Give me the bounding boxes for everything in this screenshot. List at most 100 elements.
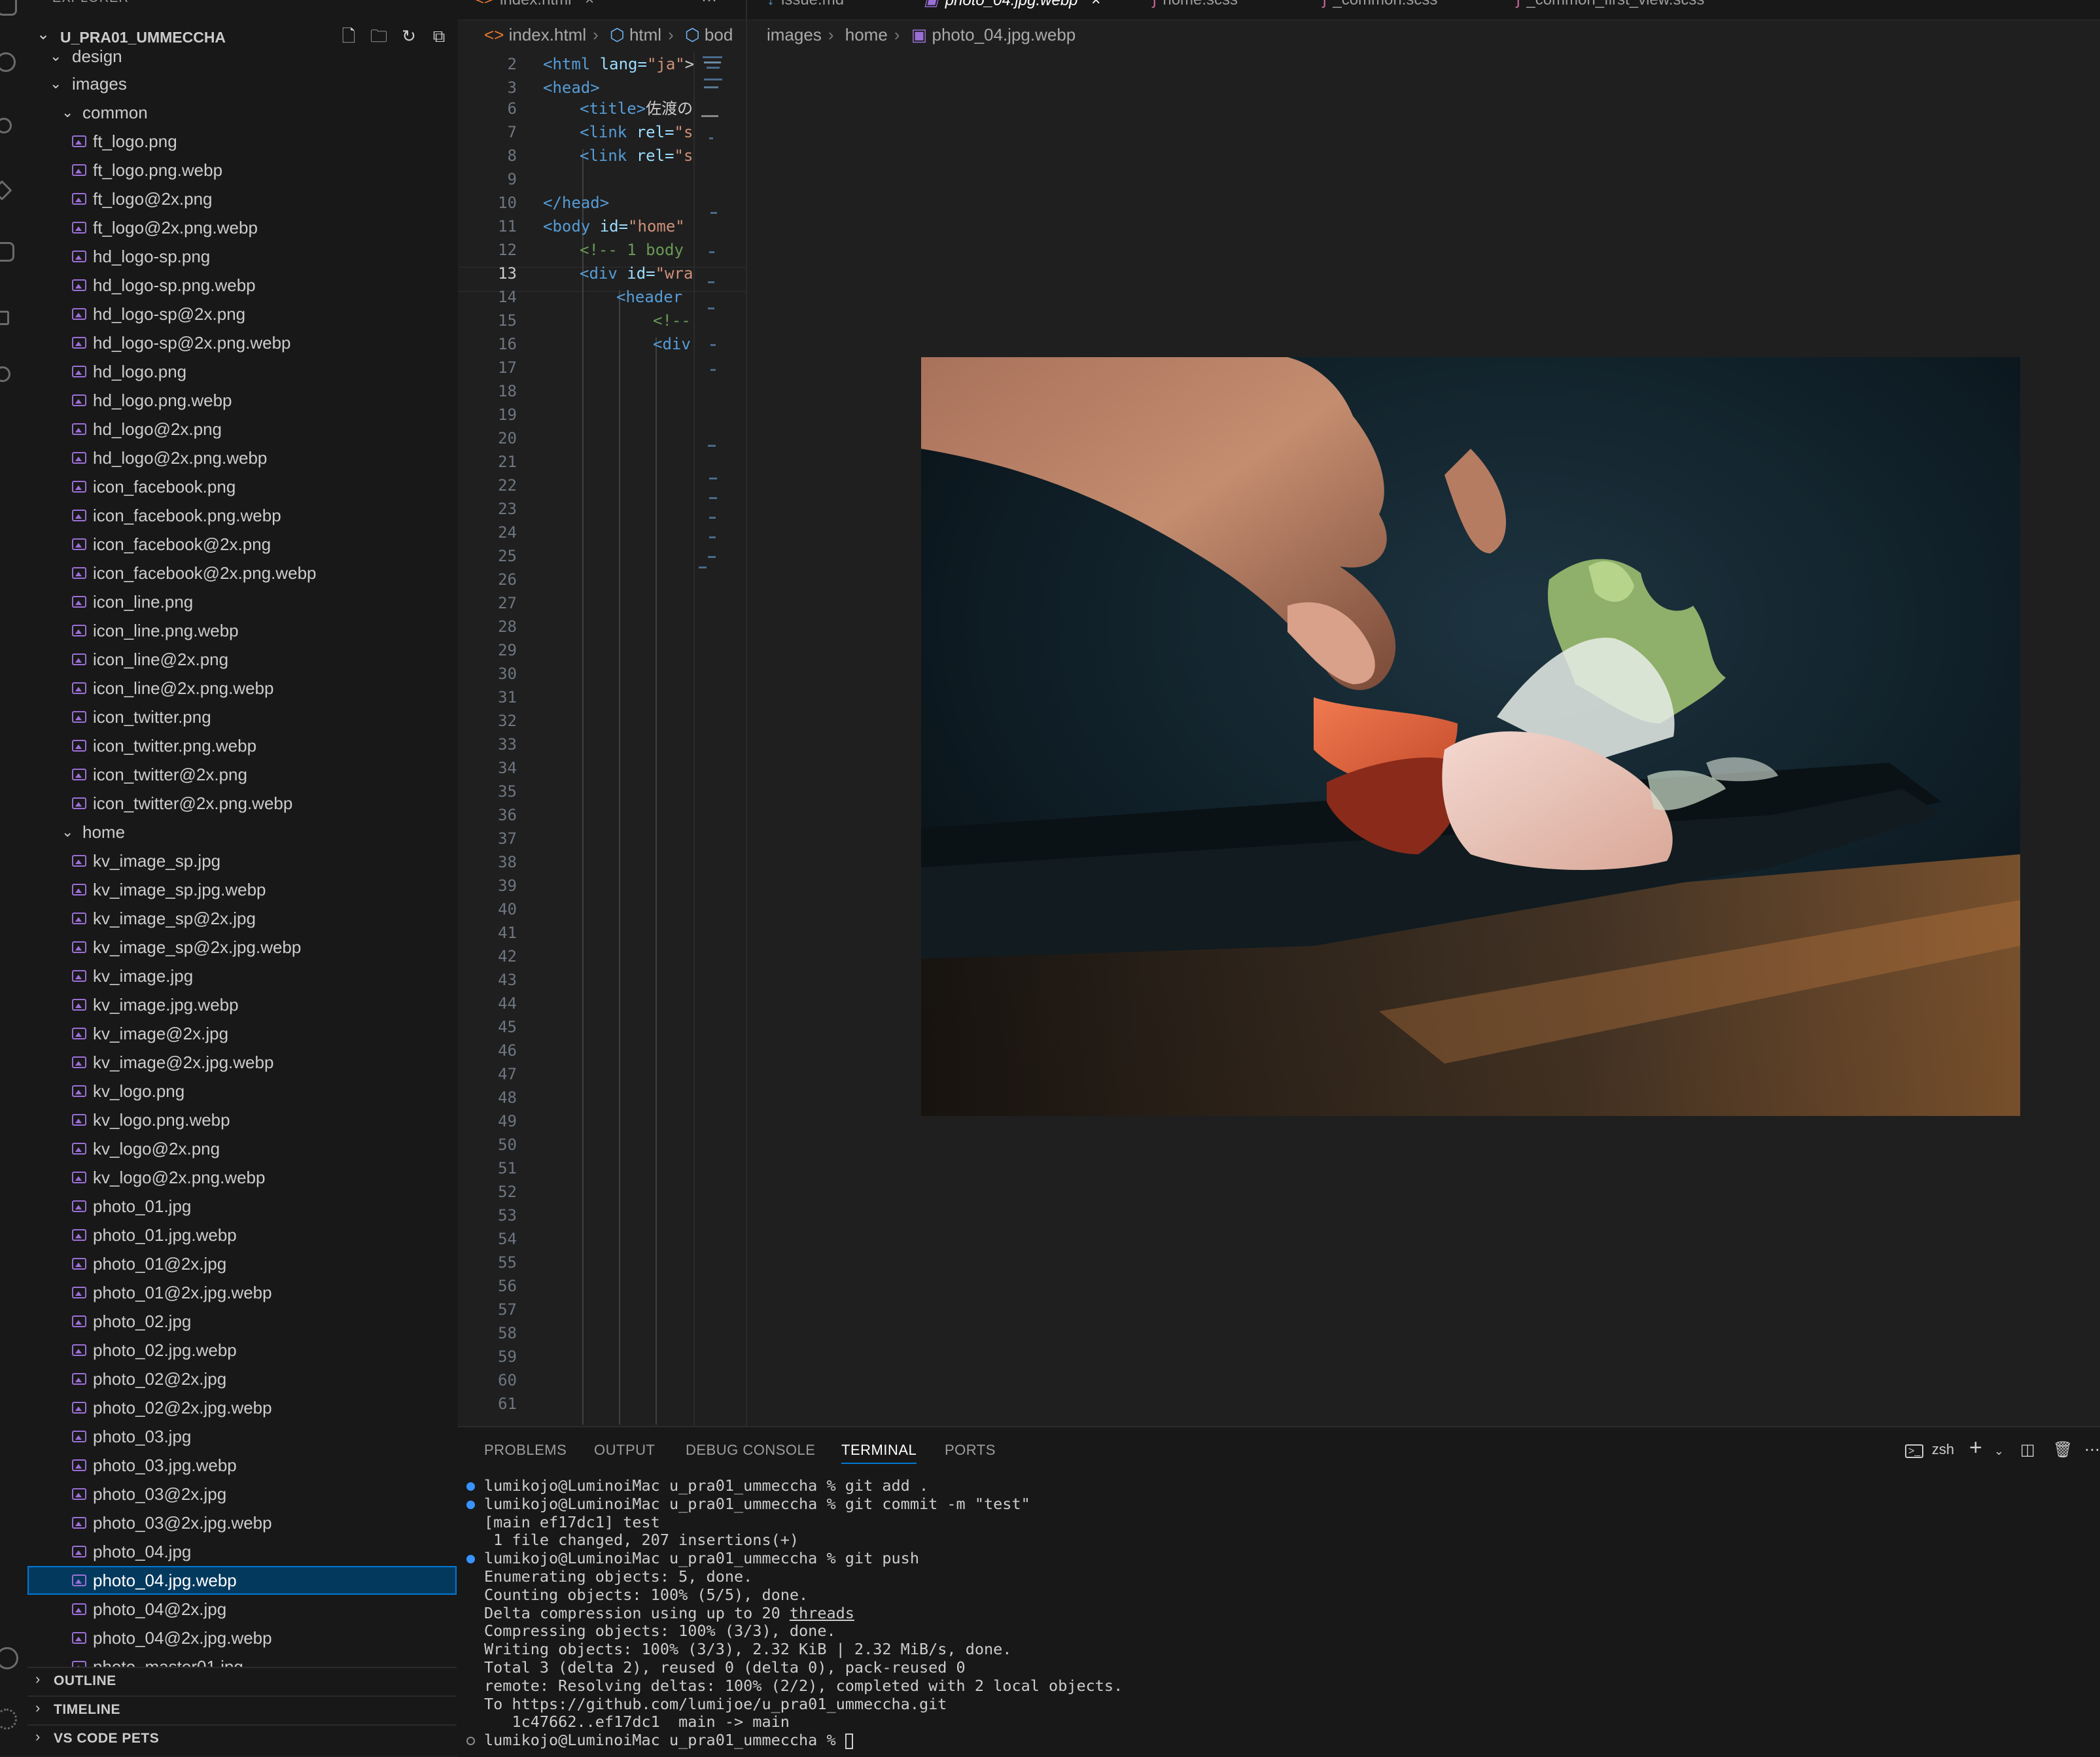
breadcrumb-item[interactable]: home xyxy=(845,25,888,44)
minimap[interactable] xyxy=(695,52,746,576)
tab-home-scss[interactable]: ʃhome.scss xyxy=(1153,0,1238,20)
vscode-pets-section[interactable]: › VS CODE PETS xyxy=(27,1724,457,1753)
file-item[interactable]: icon_line.png.webp xyxy=(27,616,457,645)
breadcrumb-item[interactable]: images xyxy=(767,25,822,44)
file-item[interactable]: icon_facebook@2x.png.webp xyxy=(27,559,457,587)
timeline-section[interactable]: › TIMELINE xyxy=(27,1696,457,1724)
file-item[interactable]: icon_twitter.png xyxy=(27,703,457,731)
command-status-icon[interactable] xyxy=(466,1482,475,1491)
file-item[interactable]: kv_logo.png xyxy=(27,1077,457,1105)
tab-problems[interactable]: PROBLEMS xyxy=(484,1442,567,1459)
file-item[interactable]: kv_image.jpg xyxy=(27,962,457,990)
split-icon[interactable]: ◫ xyxy=(2020,1440,2035,1459)
folder-home[interactable]: ⌄ home xyxy=(27,818,457,846)
tab-ports[interactable]: PORTS xyxy=(945,1442,996,1459)
file-item[interactable]: photo_04@2x.jpg.webp xyxy=(27,1624,457,1652)
explorer-icon[interactable] xyxy=(0,0,17,16)
outline-section[interactable]: › OUTLINE xyxy=(27,1667,457,1696)
file-item[interactable]: hd_logo.png.webp xyxy=(27,386,457,415)
add-icon[interactable]: + xyxy=(1969,1435,1982,1461)
file-item[interactable]: photo_03.jpg.webp xyxy=(27,1451,457,1480)
file-item[interactable]: kv_image_sp@2x.jpg xyxy=(27,904,457,933)
file-item[interactable]: icon_facebook@2x.png xyxy=(27,530,457,559)
tab-output[interactable]: OUTPUT xyxy=(594,1442,655,1459)
file-item[interactable]: hd_logo-sp.png.webp xyxy=(27,271,457,300)
terminal-shell-selector[interactable]: >_ zsh xyxy=(1905,1440,1954,1459)
terminal-link[interactable]: threads xyxy=(790,1604,854,1622)
breadcrumb-item[interactable]: index.html xyxy=(509,25,587,44)
file-item[interactable]: photo_02@2x.jpg xyxy=(27,1365,457,1393)
file-item[interactable]: ft_logo.png xyxy=(27,127,457,156)
folder-images[interactable]: ⌄ images xyxy=(27,69,457,98)
file-item[interactable]: hd_logo@2x.png.webp xyxy=(27,444,457,472)
close-icon[interactable]: × xyxy=(585,0,594,9)
file-item[interactable]: ft_logo@2x.png.webp xyxy=(27,213,457,242)
file-item[interactable]: kv_logo.png.webp xyxy=(27,1105,457,1134)
file-item[interactable]: photo_04@2x.jpg xyxy=(27,1595,457,1624)
breadcrumb-item[interactable]: html xyxy=(629,25,661,44)
breadcrumb-item[interactable]: bod xyxy=(705,25,733,44)
tab-terminal[interactable]: TERMINAL xyxy=(841,1442,917,1464)
terminal-output[interactable]: lumikojo@LuminoiMac u_pra01_ummeccha % g… xyxy=(466,1476,1123,1750)
tab-common-scss[interactable]: ʃ_common.scss xyxy=(1323,0,1437,20)
file-item[interactable]: photo_03.jpg xyxy=(27,1422,457,1451)
pets-icon[interactable] xyxy=(0,366,10,382)
tab-debug-console[interactable]: DEBUG CONSOLE xyxy=(686,1442,815,1459)
file-item[interactable]: kv_image@2x.jpg.webp xyxy=(27,1048,457,1077)
file-item[interactable]: icon_line@2x.png.webp xyxy=(27,674,457,703)
search-icon[interactable] xyxy=(0,52,16,72)
tab-issue-md[interactable]: ↓issue.md xyxy=(767,0,844,20)
file-item[interactable]: photo_04.jpg xyxy=(27,1537,457,1566)
file-item[interactable]: icon_line@2x.png xyxy=(27,645,457,674)
file-item[interactable]: hd_logo.png xyxy=(27,357,457,386)
more-actions-icon[interactable]: ⋯ xyxy=(701,0,717,20)
file-item[interactable]: hd_logo-sp@2x.png.webp xyxy=(27,328,457,357)
file-item[interactable]: hd_logo@2x.png xyxy=(27,415,457,444)
command-status-icon[interactable] xyxy=(466,1555,475,1564)
tab-common-first-view-scss[interactable]: ʃ_common_first_view.scss xyxy=(1516,0,1704,20)
folder-design[interactable]: ⌄ design xyxy=(27,42,457,71)
run-debug-icon[interactable] xyxy=(0,180,12,201)
file-item[interactable]: photo_03@2x.jpg xyxy=(27,1480,457,1508)
file-item[interactable]: ft_logo.png.webp xyxy=(27,156,457,184)
settings-gear-icon[interactable] xyxy=(0,1709,17,1730)
file-item[interactable]: kv_image.jpg.webp xyxy=(27,990,457,1019)
file-item[interactable]: kv_image_sp@2x.jpg.webp xyxy=(27,933,457,962)
file-item[interactable]: photo_01@2x.jpg xyxy=(27,1249,457,1278)
file-item[interactable]: hd_logo-sp.png xyxy=(27,242,457,271)
file-item[interactable]: hd_logo-sp@2x.png xyxy=(27,300,457,328)
remote-icon[interactable] xyxy=(0,311,9,325)
more-icon[interactable]: ⋯ xyxy=(2084,1440,2100,1459)
file-item[interactable]: photo_01.jpg xyxy=(27,1192,457,1221)
file-item[interactable]: photo_02.jpg xyxy=(27,1307,457,1336)
file-item[interactable]: icon_twitter@2x.png.webp xyxy=(27,789,457,818)
breadcrumb-item[interactable]: photo_04.jpg.webp xyxy=(932,25,1076,44)
file-item[interactable]: icon_line.png xyxy=(27,587,457,616)
account-icon[interactable] xyxy=(0,1647,18,1669)
tab-photo-04-webp[interactable]: ▣ photo_04.jpg.webp × xyxy=(924,0,1100,20)
file-item[interactable]: kv_logo@2x.png.webp xyxy=(27,1163,457,1192)
file-item[interactable]: icon_facebook.png.webp xyxy=(27,501,457,530)
trash-icon[interactable]: 🗑 xyxy=(2053,1440,2073,1459)
file-item[interactable]: photo_03@2x.jpg.webp xyxy=(27,1508,457,1537)
file-item[interactable]: photo_01.jpg.webp xyxy=(27,1221,457,1249)
file-item[interactable]: kv_image_sp.jpg.webp xyxy=(27,875,457,904)
file-item[interactable]: photo_02.jpg.webp xyxy=(27,1336,457,1365)
command-status-icon[interactable] xyxy=(466,1500,475,1509)
file-item[interactable]: photo_04.jpg.webp xyxy=(27,1566,457,1595)
file-item[interactable]: kv_image_sp.jpg xyxy=(27,846,457,875)
file-item[interactable]: photo_01@2x.jpg.webp xyxy=(27,1278,457,1307)
tab-index-html[interactable]: <>index.html × xyxy=(475,0,594,20)
close-icon[interactable]: × xyxy=(1091,0,1100,9)
file-item[interactable]: icon_facebook.png xyxy=(27,472,457,501)
more-actions-icon[interactable]: ⋯ xyxy=(424,0,442,9)
extensions-icon[interactable] xyxy=(0,242,14,262)
file-item[interactable]: kv_image@2x.jpg xyxy=(27,1019,457,1048)
folder-common[interactable]: ⌄ common xyxy=(27,98,457,127)
command-status-icon[interactable] xyxy=(466,1737,475,1746)
file-item[interactable]: icon_twitter.png.webp xyxy=(27,731,457,760)
file-item[interactable]: ft_logo@2x.png xyxy=(27,184,457,213)
file-item[interactable]: icon_twitter@2x.png xyxy=(27,760,457,789)
file-item[interactable]: photo_02@2x.jpg.webp xyxy=(27,1393,457,1422)
source-control-icon[interactable] xyxy=(0,118,12,133)
